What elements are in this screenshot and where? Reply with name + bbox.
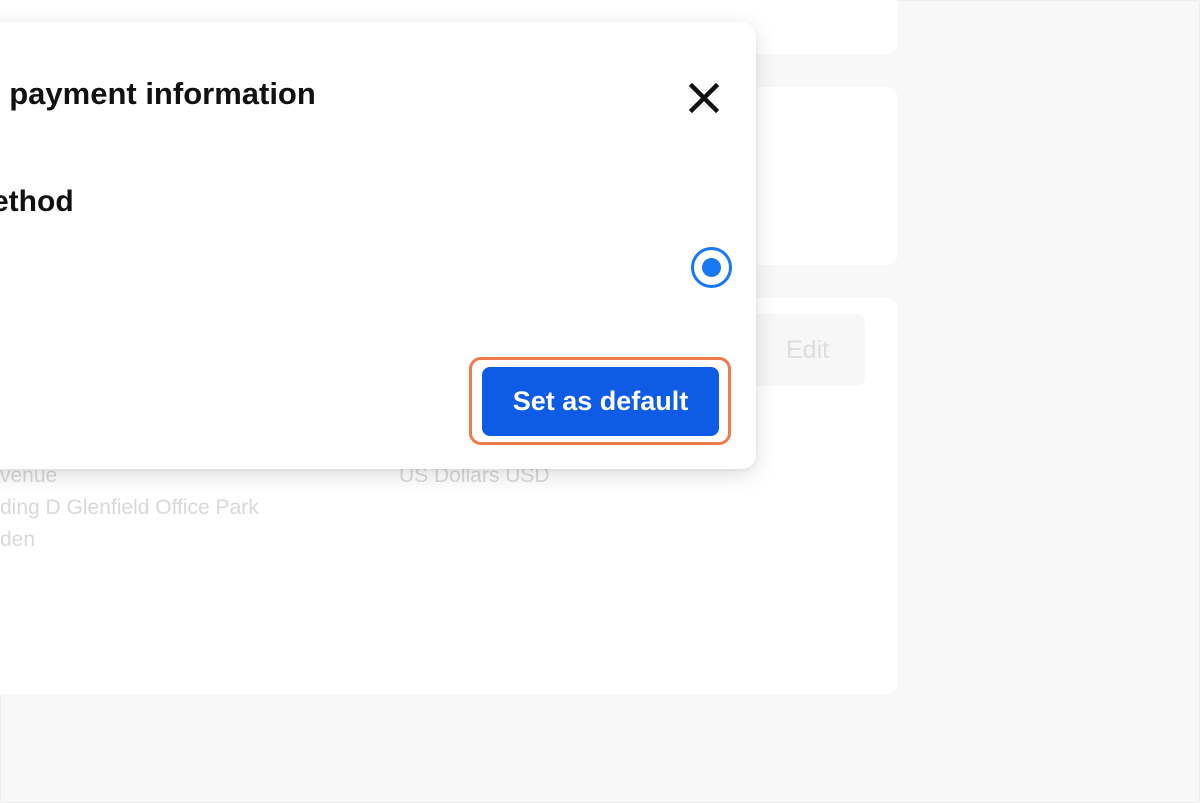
close-icon — [688, 82, 720, 114]
address-line-2: ding D Glenfield Office Park — [0, 496, 259, 519]
payment-method-radio[interactable] — [691, 247, 732, 288]
radio-selected-dot — [702, 258, 721, 277]
close-button[interactable] — [682, 76, 726, 120]
address-line-3: den — [0, 528, 36, 551]
payment-info-dialog: l payment information ethod Set as defau… — [0, 22, 756, 469]
set-as-default-button[interactable]: Set as default — [482, 367, 719, 436]
payment-method-heading: ethod — [0, 185, 74, 218]
edit-button[interactable]: Edit — [752, 314, 865, 386]
dialog-title: l payment information — [0, 76, 316, 111]
